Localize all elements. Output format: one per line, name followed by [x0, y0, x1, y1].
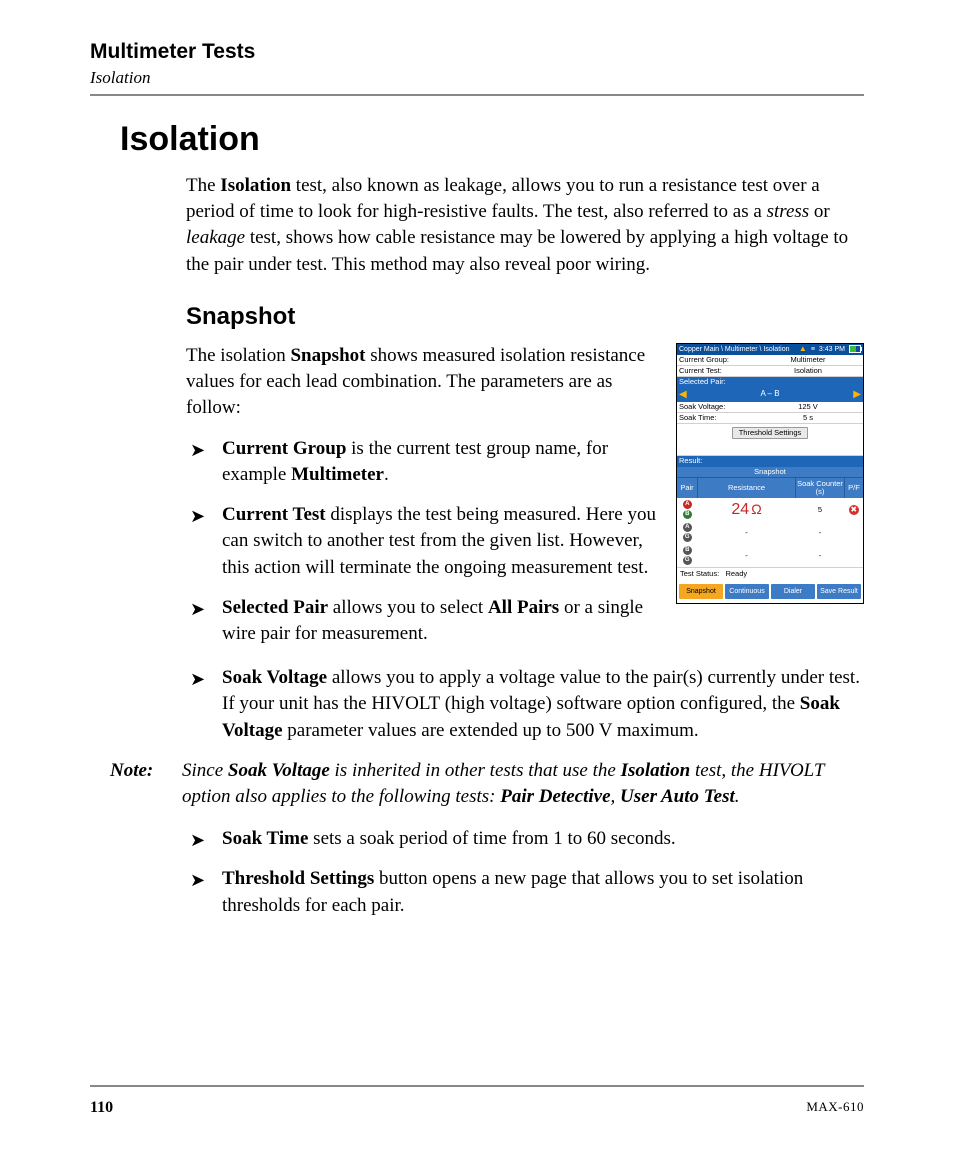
table-row: AG - -	[677, 521, 863, 544]
label-current-test: Current Test:	[677, 366, 753, 376]
warning-icon: ▲	[799, 345, 807, 354]
row-soak-voltage: Soak Voltage: 125 V	[677, 402, 863, 413]
manual-page: Multimeter Tests Isolation Isolation The…	[0, 0, 954, 1159]
chevron-left-icon[interactable]: ◀	[679, 390, 687, 400]
table-row: BG - -	[677, 544, 863, 567]
selected-pair-value: A – B	[760, 390, 779, 399]
snapshot-row: The isolation Snapshot shows measured is…	[186, 343, 864, 661]
chevron-right-icon[interactable]: ▶	[853, 390, 861, 400]
page-number: 110	[90, 1099, 113, 1117]
chapter-header: Multimeter Tests Isolation	[90, 40, 864, 96]
bullet-current-group: Current Group is the current test group …	[186, 436, 662, 488]
label-selected-pair: Selected Pair:	[677, 377, 863, 387]
note-label: Note:	[110, 758, 182, 810]
fail-icon: ✖	[849, 505, 859, 515]
device-screenshot: Copper Main \ Multimeter \ Isolation ▲ ≡…	[676, 343, 864, 604]
tab-continuous[interactable]: Continuous	[725, 584, 769, 600]
snapshot-intro: The isolation Snapshot shows measured is…	[186, 343, 662, 422]
resistance-value: 24	[731, 501, 749, 518]
bullet-list-wrapped: Current Group is the current test group …	[186, 436, 662, 648]
status-value: Ready	[725, 569, 747, 578]
soak-counter-value: 5	[796, 498, 845, 521]
threshold-settings-button[interactable]: Threshold Settings	[732, 427, 809, 439]
subsection-heading: Snapshot	[186, 300, 864, 333]
resistance-unit: Ω	[751, 501, 761, 517]
col-pair: Pair	[677, 478, 698, 499]
value-soak-time[interactable]: 5 s	[753, 413, 863, 423]
tab-dialer[interactable]: Dialer	[771, 584, 815, 600]
col-pf: P/F	[845, 478, 864, 499]
device-button-row: Snapshot Continuous Dialer Save Result	[677, 581, 863, 604]
chapter-title: Multimeter Tests	[90, 40, 864, 64]
value-current-test[interactable]: Isolation	[753, 366, 863, 376]
pair-ag-icon: AG	[678, 523, 697, 542]
note-body: Since Soak Voltage is inherited in other…	[182, 758, 864, 810]
result-table: Pair Resistance Soak Counter (s) P/F AB …	[677, 478, 863, 568]
col-resistance: Resistance	[698, 478, 796, 499]
intro-paragraph: The Isolation test, also known as leakag…	[186, 173, 864, 278]
section-heading: Isolation	[120, 120, 864, 159]
status-label: Test Status:	[680, 569, 719, 578]
signal-icon: ≡	[811, 346, 815, 354]
table-row: AB 24 Ω 5 ✖	[677, 498, 863, 521]
result-label: Result:	[677, 456, 863, 466]
header-rule	[90, 94, 864, 96]
chapter-subtitle: Isolation	[90, 68, 864, 88]
table-header-row: Pair Resistance Soak Counter (s) P/F	[677, 478, 863, 499]
label-soak-time: Soak Time:	[677, 413, 753, 423]
snapshot-block: Snapshot The isolation Snapshot shows me…	[186, 300, 864, 744]
snapshot-text: The isolation Snapshot shows measured is…	[186, 343, 662, 661]
bullet-soak-voltage: Soak Voltage allows you to apply a volta…	[186, 665, 864, 744]
bullet-threshold-settings: Threshold Settings button opens a new pa…	[186, 866, 864, 918]
pair-ab-icon: AB	[678, 500, 697, 519]
threshold-row: Threshold Settings	[677, 424, 863, 441]
label-current-group: Current Group:	[677, 355, 753, 365]
row-current-group: Current Group: Multimeter	[677, 355, 863, 366]
spacer	[677, 441, 863, 456]
bullet-selected-pair: Selected Pair allows you to select All P…	[186, 595, 662, 647]
value-current-group[interactable]: Multimeter	[753, 355, 863, 365]
snapshot-table-title: Snapshot	[677, 467, 863, 478]
bullet-current-test: Current Test displays the test being mea…	[186, 502, 662, 581]
breadcrumb: Copper Main \ Multimeter \ Isolation	[679, 346, 790, 354]
battery-icon	[849, 345, 861, 353]
model-number: MAX-610	[806, 1099, 864, 1117]
tab-save-result[interactable]: Save Result	[817, 584, 861, 600]
bullet-list-after-note: Soak Time sets a soak period of time fro…	[186, 826, 864, 919]
selected-pair-selector[interactable]: ◀ A – B ▶	[677, 388, 863, 402]
row-soak-time: Soak Time: 5 s	[677, 413, 863, 424]
pair-bg-icon: BG	[678, 546, 697, 565]
intro-block: The Isolation test, also known as leakag…	[186, 173, 864, 278]
value-soak-voltage[interactable]: 125 V	[753, 402, 863, 412]
page-footer: 110 MAX-610	[90, 1099, 864, 1117]
device-titlebar: Copper Main \ Multimeter \ Isolation ▲ ≡…	[677, 344, 863, 355]
clock-text: 3:43 PM	[819, 346, 845, 354]
label-soak-voltage: Soak Voltage:	[677, 402, 753, 412]
tab-snapshot[interactable]: Snapshot	[679, 584, 723, 600]
footer-rule	[90, 1085, 864, 1087]
col-soak-counter: Soak Counter (s)	[796, 478, 845, 499]
bullet-list-full: Soak Voltage allows you to apply a volta…	[186, 665, 864, 744]
post-note-block: Soak Time sets a soak period of time fro…	[186, 826, 864, 919]
note-block: Note: Since Soak Voltage is inherited in…	[110, 758, 864, 810]
bullet-soak-time: Soak Time sets a soak period of time fro…	[186, 826, 864, 852]
test-status-row: Test Status: Ready	[677, 568, 863, 580]
row-current-test: Current Test: Isolation	[677, 366, 863, 377]
